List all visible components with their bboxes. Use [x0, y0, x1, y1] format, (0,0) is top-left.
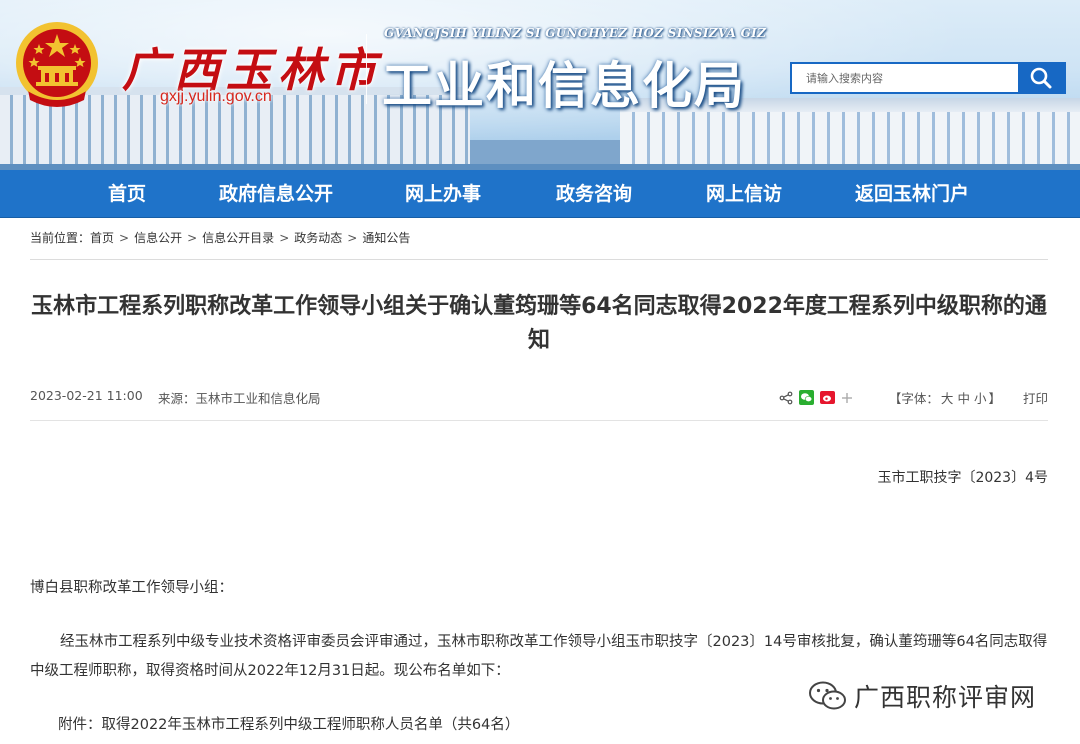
breadcrumb-divider [30, 259, 1048, 260]
search-box [790, 62, 1066, 94]
nav-item-petition[interactable]: 网上信访 [706, 170, 782, 218]
banner-building-right [620, 112, 1080, 170]
plus-icon[interactable] [841, 392, 853, 404]
font-size-medium[interactable]: 中 [957, 391, 970, 406]
search-icon [1030, 67, 1052, 89]
breadcrumb-item-info[interactable]: 信息公开 [134, 231, 182, 245]
nav-item-online-services[interactable]: 网上办事 [405, 170, 481, 218]
department-name: 工业和信息化局 [382, 57, 746, 115]
font-size-large[interactable]: 大 [941, 391, 954, 406]
breadcrumb-item-notices[interactable]: 通知公告 [362, 231, 410, 245]
font-size-control: 【字体：大中小】 [889, 388, 1001, 407]
breadcrumb-item-news[interactable]: 政务动态 [294, 231, 342, 245]
breadcrumb: 当前位置：首页 > 信息公开 > 信息公开目录 > 政务动态 > 通知公告 [30, 229, 410, 246]
nav-item-gov-info[interactable]: 政府信息公开 [219, 170, 333, 218]
watermark: 广西职称评审网 [808, 676, 1036, 716]
article-title: 玉林市工程系列职称改革工作领导小组关于确认董筠珊等64名同志取得2022年度工程… [31, 294, 1047, 353]
font-size-small[interactable]: 小 [974, 391, 987, 406]
site-url: gxjj.yulin.gov.cn [160, 88, 272, 105]
breadcrumb-item-home[interactable]: 首页 [90, 231, 114, 245]
print-link[interactable]: 打印 [1023, 388, 1048, 407]
breadcrumb-separator: > [279, 231, 290, 245]
article-tools: 【字体：大中小】 打印 [779, 388, 1048, 407]
title-divider [366, 34, 367, 104]
share-icon[interactable] [779, 391, 793, 405]
wechat-icon[interactable] [798, 390, 814, 405]
weibo-icon[interactable] [819, 390, 835, 405]
document-number: 玉市工职技字〔2023〕4号 [877, 470, 1048, 486]
nav-item-home[interactable]: 首页 [108, 170, 146, 218]
breadcrumb-separator: > [187, 231, 198, 245]
font-size-label-close: 】 [988, 391, 1001, 406]
breadcrumb-separator: > [119, 231, 130, 245]
site-banner: 广西玉林市 gxjj.yulin.gov.cn GVANGJSIH YILINZ… [0, 0, 1080, 170]
meta-divider [30, 420, 1048, 421]
article-source: 来源：玉林市工业和信息化局 [158, 391, 321, 406]
search-input[interactable] [792, 64, 1018, 92]
search-button[interactable] [1018, 64, 1064, 92]
font-size-label-open: 【字体： [888, 391, 939, 406]
main-nav: 首页 政府信息公开 网上办事 政务咨询 网上信访 返回玉林门户 [0, 170, 1080, 218]
publish-date: 2023-02-21 11:00 [30, 388, 143, 403]
wechat-watermark-icon [809, 681, 846, 710]
breadcrumb-item-info-catalog[interactable]: 信息公开目录 [202, 231, 274, 245]
article-meta: 2023-02-21 11:00 来源：玉林市工业和信息化局 【字体： 大 中 … [30, 388, 1048, 408]
watermark-text: 广西职称评审网 [854, 683, 1037, 712]
nav-item-consultation[interactable]: 政务咨询 [556, 170, 632, 218]
breadcrumb-separator: > [347, 231, 358, 245]
breadcrumb-label: 当前位置： [30, 231, 91, 245]
nav-item-portal[interactable]: 返回玉林门户 [855, 170, 969, 218]
salutation: 博白县职称改革工作领导小组： [30, 580, 233, 596]
national-emblem-icon [16, 22, 98, 107]
department-name-zhuang: GVANGJSIH YILINZ SI GUNGHYEZ HOZ SINSIZV… [384, 26, 767, 40]
